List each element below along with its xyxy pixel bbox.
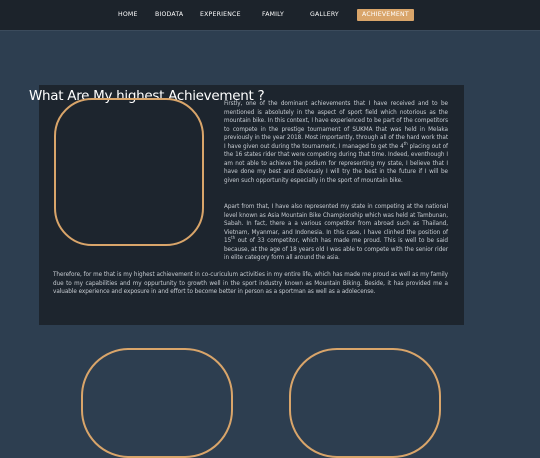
nav-item-family[interactable]: FAMILY <box>262 9 284 21</box>
nav-item-biodata[interactable]: BIODATA <box>155 9 183 21</box>
main-nav: HOME BIODATA EXPERIENCE FAMILY GALLERY A… <box>0 9 540 23</box>
p2-text-b: out of 33 competitor, which has made me … <box>224 238 448 261</box>
nav-item-experience[interactable]: EXPERIENCE <box>200 9 241 21</box>
p1-text-a: Firstly, one of the dominant achievement… <box>224 101 448 150</box>
gallery-photo-frame-1 <box>81 348 233 458</box>
achievement-paragraph-1: Firstly, one of the dominant achievement… <box>224 100 448 185</box>
achievement-paragraph-2: Apart from that, I have also represented… <box>224 203 448 263</box>
nav-item-gallery[interactable]: GALLERY <box>310 9 339 21</box>
top-navbar: HOME BIODATA EXPERIENCE FAMILY GALLERY A… <box>0 0 540 31</box>
nav-item-achievement[interactable]: ACHIEVEMENT <box>357 9 414 21</box>
nav-item-home[interactable]: HOME <box>118 9 138 21</box>
profile-photo-frame <box>54 98 204 246</box>
achievement-paragraph-3: Therefore, for me that is my highest ach… <box>53 272 448 295</box>
gallery-photo-frame-2 <box>289 348 441 458</box>
